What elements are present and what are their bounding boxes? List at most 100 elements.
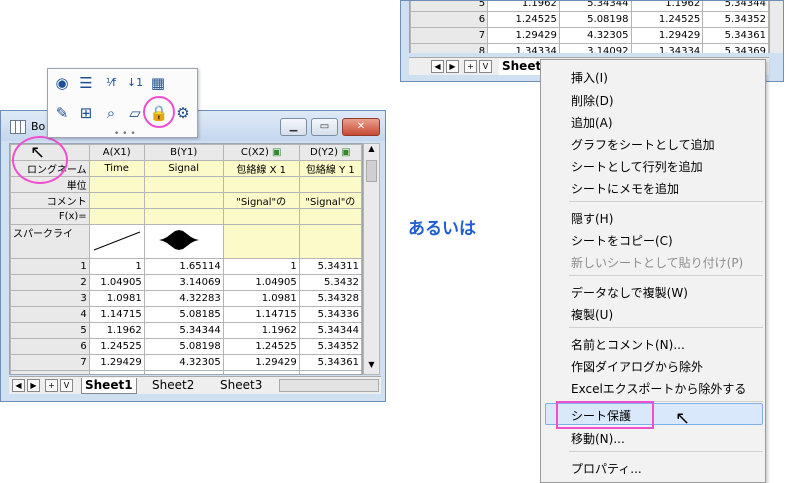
row-number[interactable]: 2	[10, 274, 90, 291]
data-cell[interactable]: 5.34352	[702, 11, 769, 28]
data-cell[interactable]: 5.34344	[558, 1, 632, 12]
data-cell[interactable]: 1	[88, 258, 145, 275]
data-cell[interactable]: 1.0981	[88, 290, 145, 307]
gear-icon[interactable]: ⚙	[173, 103, 193, 123]
data-cell[interactable]: 3.14092	[143, 370, 224, 374]
row-number[interactable]: 3	[10, 290, 90, 307]
meta-cell[interactable]: Time	[88, 160, 145, 177]
data-cell[interactable]: 5.34328	[298, 290, 362, 307]
last-sheet-button[interactable]: ▶	[446, 60, 459, 73]
add-sheet-button[interactable]: +	[45, 379, 58, 392]
formula-icon[interactable]: ⅟f	[101, 73, 121, 93]
data-cell[interactable]: 1.34334	[487, 43, 560, 53]
data-cell[interactable]: 1.1962	[222, 322, 300, 339]
meta-cell[interactable]	[88, 192, 145, 209]
menu-item-properties[interactable]: プロパティ...	[571, 460, 642, 477]
tab-sheet2[interactable]: Sheet2	[149, 378, 197, 394]
data-cell[interactable]: 5.34336	[298, 306, 362, 323]
sort-icon[interactable]: ↓1	[125, 73, 145, 93]
data-cell[interactable]: 1.29429	[630, 27, 704, 44]
menu-item-hide[interactable]: 隠す(H)	[571, 210, 613, 227]
meta-cell[interactable]: 包絡線 X 1	[222, 160, 300, 177]
first-sheet-button[interactable]: ◀	[12, 379, 25, 392]
menu-item-add-matrix-as-sheet[interactable]: シートとして行列を追加	[571, 158, 703, 175]
sheet-list-button[interactable]: V	[60, 379, 73, 392]
vertical-scrollbar[interactable]: ▲ ▼	[363, 143, 380, 375]
data-cell[interactable]: 5.34311	[298, 258, 362, 275]
data-cell[interactable]: 5.08198	[143, 338, 224, 355]
menu-item-exclude-from-excel-export[interactable]: Excelエクスポートから除外する	[571, 380, 746, 397]
row-label-fx[interactable]: F(x)=	[10, 208, 90, 225]
first-sheet-button[interactable]: ◀	[431, 60, 444, 73]
column-header-d[interactable]: D(Y2) ▣	[298, 144, 362, 161]
data-cell[interactable]: 1.29429	[487, 27, 560, 44]
meta-cell[interactable]	[88, 176, 145, 193]
row-label-comments[interactable]: コメント	[10, 192, 90, 209]
data-cell[interactable]: 5.34344	[143, 322, 224, 339]
scroll-up-arrow-icon[interactable]: ▲	[364, 144, 379, 158]
row-number[interactable]: 7	[410, 27, 489, 44]
column-header-b[interactable]: B(Y1)	[143, 144, 224, 161]
data-cell[interactable]: 1.24525	[88, 338, 145, 355]
data-cell[interactable]: 5.34361	[702, 27, 769, 44]
horizontal-scrollbar[interactable]	[279, 379, 379, 392]
data-cell[interactable]: 1.34334	[222, 370, 300, 374]
column-header-a[interactable]: A(X1)	[88, 144, 145, 161]
row-number[interactable]: 5	[410, 1, 489, 12]
pencil-icon[interactable]: ✎	[52, 103, 72, 123]
data-cell[interactable]: 5.08185	[143, 306, 224, 323]
data-cell[interactable]: 1.24525	[630, 11, 704, 28]
data-cell[interactable]: 1.14715	[88, 306, 145, 323]
row-number[interactable]: 8	[10, 370, 90, 374]
meta-cell[interactable]	[222, 208, 300, 225]
meta-cell[interactable]	[143, 192, 224, 209]
data-cell[interactable]: 5.34369	[702, 43, 769, 53]
data-cell[interactable]: 1.34334	[630, 43, 704, 53]
comment-icon[interactable]: ▱	[125, 103, 145, 123]
meta-cell[interactable]	[143, 176, 224, 193]
maximize-button[interactable]: ▭	[311, 118, 338, 136]
meta-cell[interactable]	[298, 208, 362, 225]
tab-sheet3[interactable]: Sheet3	[217, 378, 265, 394]
row-label-sparkline[interactable]: スパークライ	[10, 224, 90, 259]
data-cell[interactable]: 1.0981	[222, 290, 300, 307]
sheet-list-button[interactable]: V	[479, 60, 492, 73]
menu-item-copy-sheet[interactable]: シートをコピー(C)	[571, 232, 673, 249]
meta-cell[interactable]: "Signal"の	[222, 192, 300, 209]
data-cell[interactable]: 1.1962	[630, 1, 704, 12]
menu-item-move[interactable]: 移動(N)...	[571, 430, 625, 447]
last-sheet-button[interactable]: ▶	[27, 379, 40, 392]
data-cell[interactable]: 4.32283	[143, 290, 224, 307]
data-cell[interactable]: 4.32305	[143, 354, 224, 371]
add-sheet-button[interactable]: +	[464, 60, 477, 73]
add-column-icon[interactable]: ⊞	[76, 103, 96, 123]
data-cell[interactable]: 1.29429	[222, 354, 300, 371]
menu-item-name-and-comment[interactable]: 名前とコメント(N)...	[571, 336, 685, 353]
data-cell[interactable]: 1.29429	[88, 354, 145, 371]
close-button[interactable]: ✕	[342, 118, 380, 136]
sparkline-cell-d[interactable]	[298, 224, 362, 259]
sheet-fragment-grid[interactable]: 5 1.1962 5.34344 1.1962 5.34344 6 1.24525 5.081…	[409, 1, 769, 53]
grid-icon[interactable]: ▦	[148, 73, 168, 93]
meta-cell[interactable]: "Signal"の	[298, 192, 362, 209]
data-cell[interactable]: 5.34352	[298, 338, 362, 355]
row-number[interactable]: 4	[10, 306, 90, 323]
data-cell[interactable]: 1.24525	[487, 11, 560, 28]
data-cell[interactable]: 3.14069	[143, 274, 224, 291]
data-cell[interactable]: 1.1962	[88, 322, 145, 339]
menu-item-add-notes[interactable]: シートにメモを追加	[571, 180, 679, 197]
minimize-button[interactable]: ▁	[280, 118, 307, 136]
meta-cell[interactable]	[143, 208, 224, 225]
scroll-down-arrow-icon[interactable]: ▼	[364, 360, 379, 374]
row-number[interactable]: 5	[10, 322, 90, 339]
data-cell[interactable]: 1	[222, 258, 300, 275]
worksheet-grid[interactable]: A(X1) B(Y1) C(X2) ▣ D(Y2) ▣ ロングネーム Time …	[9, 143, 363, 375]
sparkline-cell-a[interactable]	[88, 224, 145, 259]
data-cell[interactable]: 1.24525	[222, 338, 300, 355]
fragment-vertical-scrollbar[interactable]	[769, 1, 783, 53]
data-cell[interactable]: 5.34344	[298, 322, 362, 339]
menu-item-delete[interactable]: 削除(D)	[571, 92, 614, 109]
eye-icon[interactable]: ◉	[52, 73, 72, 93]
menu-item-add[interactable]: 追加(A)	[571, 114, 613, 131]
row-number[interactable]: 1	[10, 258, 90, 275]
